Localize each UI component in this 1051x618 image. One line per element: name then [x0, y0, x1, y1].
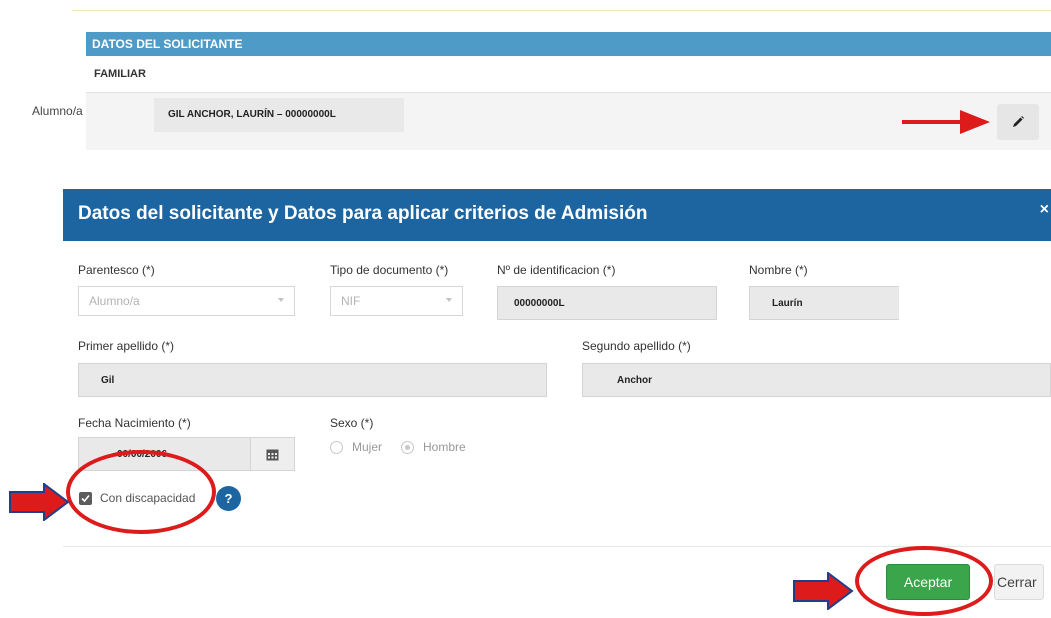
primer-apellido-value: Gil	[101, 375, 115, 386]
close-icon[interactable]: ×	[1040, 201, 1049, 219]
alumno-label: Alumno/a	[32, 104, 83, 118]
section-header: DATOS DEL SOLICITANTE	[86, 32, 1051, 56]
nombre-value: Laurín	[772, 298, 803, 309]
check-icon	[81, 494, 90, 503]
alumno-value: GIL ANCHOR, LAURÍN – 00000000L	[154, 98, 404, 132]
tipo-documento-value: NIF	[341, 294, 361, 308]
fecha-nacimiento-label: Fecha Nacimiento (*)	[78, 416, 191, 430]
primer-apellido-label: Primer apellido (*)	[78, 339, 175, 353]
calendar-icon	[266, 449, 279, 460]
parentesco-value: Alumno/a	[89, 294, 140, 308]
tipo-documento-label: Tipo de documento (*)	[330, 263, 449, 277]
chevron-down-icon	[278, 298, 284, 302]
discapacidad-label: Con discapacidad	[100, 491, 196, 505]
tipo-documento-select[interactable]: NIF	[330, 286, 463, 316]
modal-header: Datos del solicitante y Datos para aplic…	[63, 189, 1051, 241]
cerrar-button[interactable]: Cerrar	[994, 564, 1044, 600]
discapacidad-checkbox[interactable]	[79, 492, 92, 505]
num-identificacion-label: Nº de identificacion (*)	[497, 263, 616, 277]
pencil-icon	[1013, 116, 1024, 127]
top-divider	[72, 10, 1051, 11]
edit-button[interactable]	[997, 104, 1039, 140]
arrow-annotation-discapacidad	[9, 483, 70, 521]
parentesco-select[interactable]: Alumno/a	[78, 286, 295, 316]
num-identificacion-input[interactable]: 00000000L	[497, 286, 717, 320]
help-icon[interactable]: ?	[216, 486, 241, 511]
calendar-button[interactable]	[250, 437, 295, 471]
hombre-label: Hombre	[423, 440, 466, 454]
primer-apellido-input[interactable]: Gil	[78, 363, 547, 397]
segundo-apellido-input[interactable]: Anchor	[582, 363, 1051, 397]
fecha-nacimiento-value: 00/00/2006	[117, 449, 168, 460]
segundo-apellido-label: Segundo apellido (*)	[582, 339, 691, 353]
aceptar-button[interactable]: Aceptar	[886, 564, 970, 600]
mujer-label: Mujer	[352, 440, 383, 454]
radio-mujer[interactable]	[330, 441, 343, 454]
chevron-down-icon	[446, 298, 452, 302]
fecha-nacimiento-input[interactable]: 00/00/2006	[78, 437, 251, 471]
arrow-annotation-aceptar	[793, 572, 854, 610]
modal-footer-divider	[63, 546, 1051, 547]
radio-hombre[interactable]	[401, 441, 414, 454]
segundo-apellido-value: Anchor	[617, 375, 652, 386]
nombre-label: Nombre (*)	[749, 263, 808, 277]
familiar-subheader: FAMILIAR	[94, 68, 146, 80]
parentesco-label: Parentesco (*)	[78, 263, 155, 277]
nombre-input[interactable]: Laurín	[749, 286, 1051, 320]
modal-title: Datos del solicitante y Datos para aplic…	[78, 203, 648, 224]
arrow-annotation-edit	[902, 110, 990, 134]
sexo-label: Sexo (*)	[330, 416, 374, 430]
